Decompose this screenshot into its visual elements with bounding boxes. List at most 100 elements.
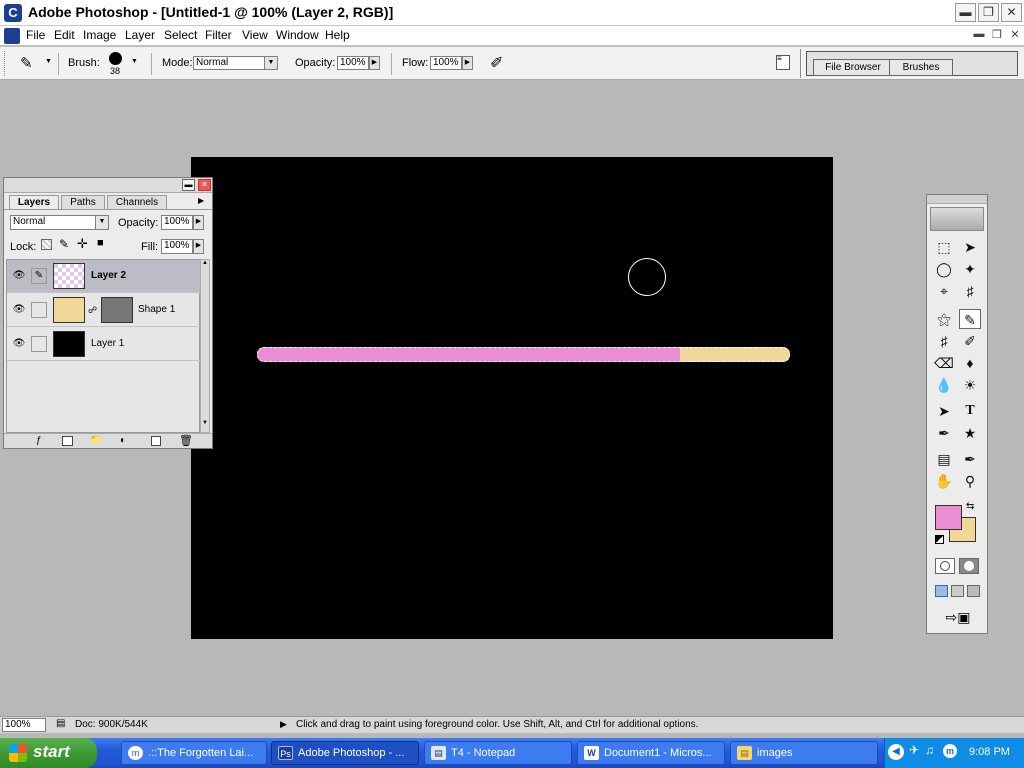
flow-slider-arrow[interactable]: ▶ (462, 56, 473, 70)
eye-icon[interactable]: 👁 (12, 270, 26, 282)
task-photoshop[interactable]: Ps Adobe Photoshop - ... (271, 741, 419, 765)
opacity-field[interactable]: 100% (337, 56, 369, 70)
menu-layer[interactable]: Layer (125, 28, 155, 42)
flow-field[interactable]: 100% (430, 56, 462, 70)
link-cell[interactable] (31, 336, 47, 352)
layer-opacity-arrow[interactable]: ▶ (193, 215, 204, 230)
new-layer-icon[interactable] (151, 436, 161, 446)
start-button[interactable]: start (0, 738, 97, 768)
mode-select[interactable]: Normal (193, 56, 269, 70)
tab-channels[interactable]: Channels (107, 195, 167, 209)
minimize-button[interactable]: ▬ (955, 3, 976, 22)
layer-1-thumbnail[interactable] (53, 331, 85, 357)
shape-1-thumbnail[interactable] (53, 297, 85, 323)
layer-name[interactable]: Shape 1 (138, 304, 175, 315)
add-mask-icon[interactable] (62, 436, 73, 446)
clone-stamp-tool-icon[interactable]: ♯ (933, 331, 955, 351)
palette-menu-icon[interactable]: ≡ (776, 55, 790, 70)
eyedropper-tool-icon[interactable]: ✒ (959, 449, 981, 469)
menu-view[interactable]: View (242, 28, 268, 42)
healing-brush-tool-icon[interactable]: ⚝ (933, 309, 955, 329)
fill-arrow[interactable]: ▶ (193, 239, 204, 254)
eye-icon[interactable]: 👁 (12, 338, 26, 350)
marquee-tool-icon[interactable]: ⬚ (933, 237, 955, 257)
type-tool-icon[interactable]: T (959, 401, 981, 421)
tab-paths[interactable]: Paths (61, 195, 105, 209)
layer-name[interactable]: Layer 2 (91, 270, 126, 281)
eraser-tool-icon[interactable]: ⌫ (933, 353, 955, 373)
tray-messenger-icon[interactable]: m (943, 744, 957, 758)
menu-filter[interactable]: Filter (205, 28, 232, 42)
new-set-folder-icon[interactable]: 📁 (90, 435, 102, 446)
doc-minimize-button[interactable]: ▬ (971, 28, 987, 42)
task-word[interactable]: W Document1 - Micros... (577, 741, 725, 765)
menu-select[interactable]: Select (164, 28, 197, 42)
status-menu-arrow[interactable]: ▶ (280, 719, 287, 730)
canvas[interactable] (191, 157, 833, 639)
task-images-folder[interactable]: ▤ images (730, 741, 878, 765)
slice-tool-icon[interactable]: ♯ (959, 281, 981, 301)
paint-bucket-tool-icon[interactable]: ♦ (959, 353, 981, 373)
palette-close-button[interactable]: ✕ (198, 179, 211, 191)
jump-to-imageready-icon[interactable]: ⇨▣ (935, 609, 981, 627)
show-hidden-icons-button[interactable]: ◀ (888, 744, 904, 760)
link-cell[interactable] (31, 302, 47, 318)
dodge-tool-icon[interactable]: ☀ (959, 375, 981, 395)
tray-speaker-icon[interactable]: ♫ (925, 743, 934, 757)
lock-transparency-icon[interactable] (41, 239, 52, 250)
trash-icon[interactable]: 🗑 (179, 434, 193, 447)
layer-opacity-field[interactable]: 100% (161, 215, 193, 230)
layer-name[interactable]: Layer 1 (91, 338, 124, 349)
task-messenger[interactable]: m .::The Forgotten Lai... (121, 741, 267, 765)
menu-file[interactable]: File (26, 28, 45, 42)
document-icon[interactable] (4, 28, 20, 44)
blend-mode-dropdown-arrow[interactable]: ▼ (95, 215, 109, 230)
layer-row-layer-2[interactable]: 👁 ✎ Layer 2 (7, 260, 200, 293)
lock-paint-icon[interactable]: ✎ (59, 237, 69, 251)
brush-picker-dropdown[interactable]: ▼ (131, 58, 138, 65)
restore-button[interactable]: ❐ (978, 3, 999, 22)
quick-mask-mode-icon[interactable] (959, 558, 979, 574)
notes-tool-icon[interactable]: ▤ (933, 449, 955, 469)
task-notepad[interactable]: ▤ T4 - Notepad (424, 741, 572, 765)
default-colors-icon[interactable] (935, 535, 944, 544)
custom-shape-tool-icon[interactable]: ★ (959, 423, 981, 443)
clock[interactable]: 9:08 PM (969, 746, 1010, 758)
history-brush-tool-icon[interactable]: ✐ (959, 331, 981, 351)
magic-wand-tool-icon[interactable]: ✦ (959, 259, 981, 279)
tool-preset-dropdown[interactable]: ▼ (45, 58, 52, 65)
screen-mode-full-icon[interactable] (967, 585, 980, 597)
crop-tool-icon[interactable]: ⌖ (933, 281, 955, 301)
swap-colors-icon[interactable]: ⇆ (966, 501, 974, 512)
adobe-online-icon[interactable] (930, 207, 984, 231)
brush-tool-preset-icon[interactable]: ✎ (20, 54, 33, 72)
layer-style-icon[interactable]: ƒ (36, 435, 42, 446)
menu-window[interactable]: Window (276, 28, 319, 42)
menu-image[interactable]: Image (83, 28, 116, 42)
lasso-tool-icon[interactable]: ◯ (933, 259, 955, 279)
layers-scrollbar[interactable]: ▲ ▼ (200, 259, 210, 433)
blur-tool-icon[interactable]: 💧 (933, 375, 955, 395)
opacity-slider-arrow[interactable]: ▶ (369, 56, 380, 70)
screen-mode-standard-icon[interactable] (935, 585, 948, 597)
vector-mask-thumbnail[interactable] (101, 297, 133, 323)
mode-dropdown-arrow[interactable]: ▼ (264, 56, 278, 70)
scroll-down-icon[interactable]: ▼ (201, 420, 209, 430)
layer-row-shape-1[interactable]: 👁 ☍ Shape 1 (7, 294, 200, 327)
eye-icon[interactable]: 👁 (12, 304, 26, 316)
doc-restore-button[interactable]: ❐ (989, 28, 1005, 42)
screen-mode-full-menu-icon[interactable] (951, 585, 964, 597)
close-button[interactable]: ✕ (1001, 3, 1022, 22)
toolbox-titlebar[interactable] (927, 195, 987, 204)
layer-row-layer-1[interactable]: 👁 Layer 1 (7, 328, 200, 361)
brushes-tab[interactable]: Brushes (889, 59, 953, 76)
brush-preview-icon[interactable] (109, 52, 122, 65)
brush-tool-icon[interactable]: ✎ (959, 309, 981, 329)
palette-minimize-button[interactable]: ▬ (182, 179, 195, 191)
file-browser-tab[interactable]: File Browser (813, 59, 893, 76)
path-selection-tool-icon[interactable]: ➤ (933, 401, 955, 421)
menu-edit[interactable]: Edit (54, 28, 75, 42)
paint-brush-icon[interactable]: ✎ (31, 268, 47, 284)
move-tool-icon[interactable]: ➤ (959, 237, 981, 257)
zoom-field[interactable]: 100% (2, 718, 46, 732)
